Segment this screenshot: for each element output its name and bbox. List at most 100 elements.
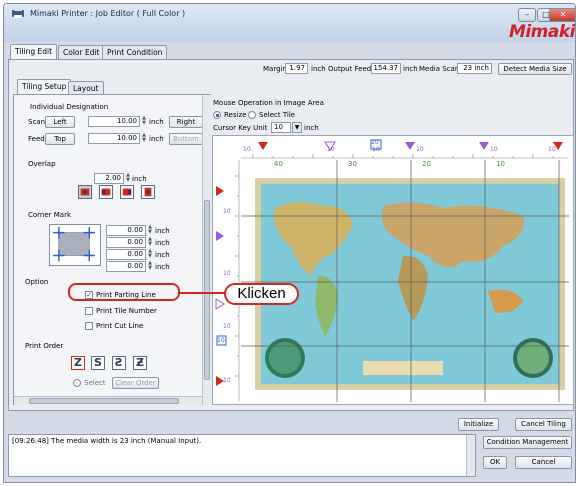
scan-right-button[interactable]: Right [169, 116, 203, 128]
corner-spinner-3[interactable]: ▲ ▼ [147, 249, 153, 260]
title-bar: Mimaki Printer : Job Editor ( Full Color… [4, 4, 575, 42]
corner-unit-3: inch [155, 251, 170, 259]
feed-bottom-button[interactable]: Bottom [169, 133, 203, 145]
corner-spinner-2[interactable]: ▲ ▼ [147, 237, 153, 248]
condition-management-button[interactable]: Condition Management [483, 436, 572, 449]
overlap-field[interactable]: 2.00 [94, 173, 124, 184]
feed-label: Feed [28, 135, 45, 143]
select-tile-radio[interactable] [248, 111, 256, 119]
mimaki-logo: Mimaki [508, 22, 575, 42]
individual-designation-label: Individual Designation [30, 103, 109, 111]
print-order-s-icon[interactable]: S [91, 356, 105, 370]
tab-tiling-setup[interactable]: Tiling Setup [17, 79, 72, 94]
margin-unit: inch [311, 65, 326, 73]
cursor-key-dropdown-icon[interactable]: ▼ [292, 122, 302, 133]
corner-field-2[interactable]: 0.00 [106, 237, 146, 248]
print-cut-line-checkbox[interactable] [85, 322, 93, 330]
app-icon [12, 8, 24, 18]
setup-panel-vscrollbar[interactable] [202, 95, 211, 405]
overlap-mode-4-icon[interactable] [141, 185, 155, 199]
print-cut-line-label[interactable]: Print Cut Line [96, 322, 143, 331]
left-tile-markers [215, 186, 227, 386]
resize-radio[interactable] [213, 111, 221, 119]
tile-number-badge-2: 10 [217, 337, 225, 344]
left-ruler [235, 160, 240, 401]
tile-number-badge-1: 10 [371, 139, 379, 146]
option-label: Option [25, 278, 49, 286]
corner-field-4[interactable]: 0.00 [106, 261, 146, 272]
overlap-unit: inch [132, 175, 147, 183]
overlap-spinner[interactable]: ▲ ▼ [125, 173, 131, 184]
log-scrollbar[interactable] [466, 435, 475, 476]
tab-color-edit[interactable]: Color Edit [58, 45, 105, 59]
corner-spinner-1[interactable]: ▲ ▼ [147, 225, 153, 236]
top-ruler-mark-5: 10 [490, 146, 498, 153]
corner-field-3[interactable]: 0.00 [106, 249, 146, 260]
close-button[interactable]: ✕ [549, 8, 575, 22]
feed-top-button[interactable]: Top [45, 133, 75, 145]
tab-layout[interactable]: Layout [68, 81, 104, 95]
side-mark-2: 10 [223, 270, 231, 277]
corner-mark-label: Corner Mark [28, 211, 72, 219]
initialize-button[interactable]: Initialize [458, 418, 499, 431]
tab-tiling-edit[interactable]: Tiling Edit [10, 44, 58, 59]
window-title: Mimaki Printer : Job Editor ( Full Color… [30, 9, 186, 18]
corner-unit-4: inch [155, 263, 170, 271]
detect-media-size-button[interactable]: Detect Media Size [498, 63, 572, 75]
resize-label[interactable]: Resize [224, 111, 246, 120]
tab-print-condition[interactable]: Print Condition [102, 45, 168, 59]
print-order-select-radio[interactable] [73, 379, 81, 387]
print-order-z-icon[interactable]: Z [71, 356, 85, 370]
top-ruler [241, 154, 568, 159]
top-tile-markers [258, 139, 563, 151]
print-order-s-reverse-icon[interactable]: Ƨ [112, 356, 126, 370]
corner-unit-2: inch [155, 239, 170, 247]
ok-button[interactable]: OK [483, 456, 507, 469]
corner-unit-1: inch [155, 227, 170, 235]
top-ruler-mark-4: 10 [416, 146, 424, 153]
ruler-label-20: 20 [422, 160, 431, 168]
overlap-mode-3-icon[interactable] [120, 185, 134, 199]
side-mark-3: 10 [223, 323, 231, 330]
scan-spinner[interactable]: ▲ ▼ [141, 116, 147, 127]
margin-label: Margin [263, 65, 287, 73]
scan-left-button[interactable]: Left [45, 116, 75, 128]
print-tile-number-label[interactable]: Print Tile Number [96, 307, 157, 316]
feed-unit: inch [149, 135, 164, 143]
minimize-button[interactable]: – [518, 8, 536, 22]
overlap-mode-1-icon[interactable] [78, 185, 92, 199]
callout-highlight-box [68, 283, 180, 301]
media-scan-label: Media Scan [419, 65, 460, 73]
top-ruler-mark-1: 10 [243, 146, 251, 153]
message-log: [09:26:48] The media width is 23 inch (M… [8, 434, 476, 477]
print-order-n-icon[interactable]: Ƶ [133, 356, 147, 370]
ruler-label-40: 40 [274, 160, 283, 168]
clear-order-button[interactable]: Clear Order [112, 377, 159, 389]
side-mark-4: 10 [223, 377, 231, 384]
cancel-button[interactable]: Cancel [515, 456, 572, 469]
cursor-key-unit-field[interactable]: 10 [271, 122, 291, 133]
corner-spinner-4[interactable]: ▲ ▼ [147, 261, 153, 272]
corner-field-1[interactable]: 0.00 [106, 225, 146, 236]
overlap-mode-2-icon[interactable] [99, 185, 113, 199]
overlap-label: Overlap [28, 160, 56, 168]
scan-field[interactable]: 10.00 [88, 116, 140, 127]
output-feed-unit: inch [403, 65, 418, 73]
ruler-label-10: 10 [496, 160, 505, 168]
output-feed-field[interactable]: 154.37 [371, 63, 401, 74]
world-map-image [255, 178, 565, 390]
output-feed-label: Output Feed [328, 65, 372, 73]
feed-field[interactable]: 10.00 [88, 133, 140, 144]
print-tile-number-checkbox[interactable] [85, 307, 93, 315]
print-order-select-label[interactable]: Select [84, 379, 106, 388]
margin-field[interactable]: 1.97 [285, 63, 308, 74]
image-canvas[interactable] [212, 135, 574, 405]
feed-spinner[interactable]: ▲ ▼ [141, 133, 147, 144]
media-scan-field[interactable]: 23 inch [457, 63, 492, 74]
cursor-key-unit-label: Cursor Key Unit [213, 124, 268, 132]
cancel-tiling-button[interactable]: Cancel Tiling [515, 418, 572, 431]
select-tile-label[interactable]: Select Tile [259, 111, 295, 120]
mouse-operation-label: Mouse Operation in Image Area [213, 99, 324, 107]
job-editor-window: Mimaki Printer : Job Editor ( Full Color… [3, 3, 576, 483]
setup-panel-hscrollbar[interactable] [14, 396, 202, 405]
